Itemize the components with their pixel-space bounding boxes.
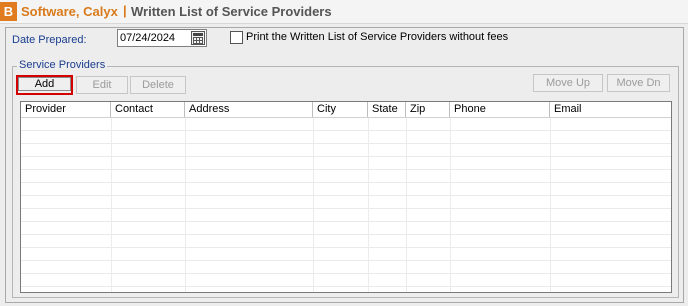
title-bar: B Software, Calyx | Written List of Serv… bbox=[0, 0, 688, 24]
column-header-city[interactable]: City bbox=[313, 102, 368, 117]
print-without-fees-label: Print the Written List of Service Provid… bbox=[246, 31, 509, 43]
table-body bbox=[21, 118, 671, 292]
print-without-fees-checkbox[interactable] bbox=[230, 31, 243, 44]
column-divider bbox=[313, 118, 314, 292]
borrower-name: Software, Calyx bbox=[21, 4, 118, 19]
column-header-phone[interactable]: Phone bbox=[450, 102, 550, 117]
calendar-icon[interactable] bbox=[191, 31, 205, 45]
column-divider bbox=[368, 118, 369, 292]
move-up-button[interactable]: Move Up bbox=[533, 74, 603, 92]
title-separator: | bbox=[123, 3, 127, 18]
add-button-label: Add bbox=[18, 77, 71, 91]
page-title: Written List of Service Providers bbox=[131, 4, 332, 19]
column-header-state[interactable]: State bbox=[368, 102, 406, 117]
table-header: Provider Contact Address City State Zip … bbox=[21, 102, 671, 118]
column-divider bbox=[550, 118, 551, 292]
date-prepared-value: 07/24/2024 bbox=[120, 32, 176, 44]
date-prepared-field[interactable]: 07/24/2024 bbox=[117, 29, 207, 47]
move-down-button[interactable]: Move Dn bbox=[607, 74, 670, 92]
column-header-email[interactable]: Email bbox=[550, 102, 671, 117]
column-header-zip[interactable]: Zip bbox=[406, 102, 450, 117]
column-divider bbox=[406, 118, 407, 292]
column-header-address[interactable]: Address bbox=[185, 102, 313, 117]
add-button[interactable]: Add bbox=[16, 75, 73, 95]
column-header-provider[interactable]: Provider bbox=[21, 102, 111, 117]
column-divider bbox=[450, 118, 451, 292]
column-divider bbox=[185, 118, 186, 292]
service-providers-title: Service Providers bbox=[17, 59, 108, 71]
column-header-contact[interactable]: Contact bbox=[111, 102, 185, 117]
date-prepared-label: Date Prepared: bbox=[12, 34, 87, 46]
column-divider bbox=[111, 118, 112, 292]
delete-button[interactable]: Delete bbox=[130, 76, 186, 94]
edit-button[interactable]: Edit bbox=[76, 76, 128, 94]
app-logo-icon: B bbox=[0, 2, 17, 21]
service-providers-table[interactable]: Provider Contact Address City State Zip … bbox=[20, 101, 672, 293]
